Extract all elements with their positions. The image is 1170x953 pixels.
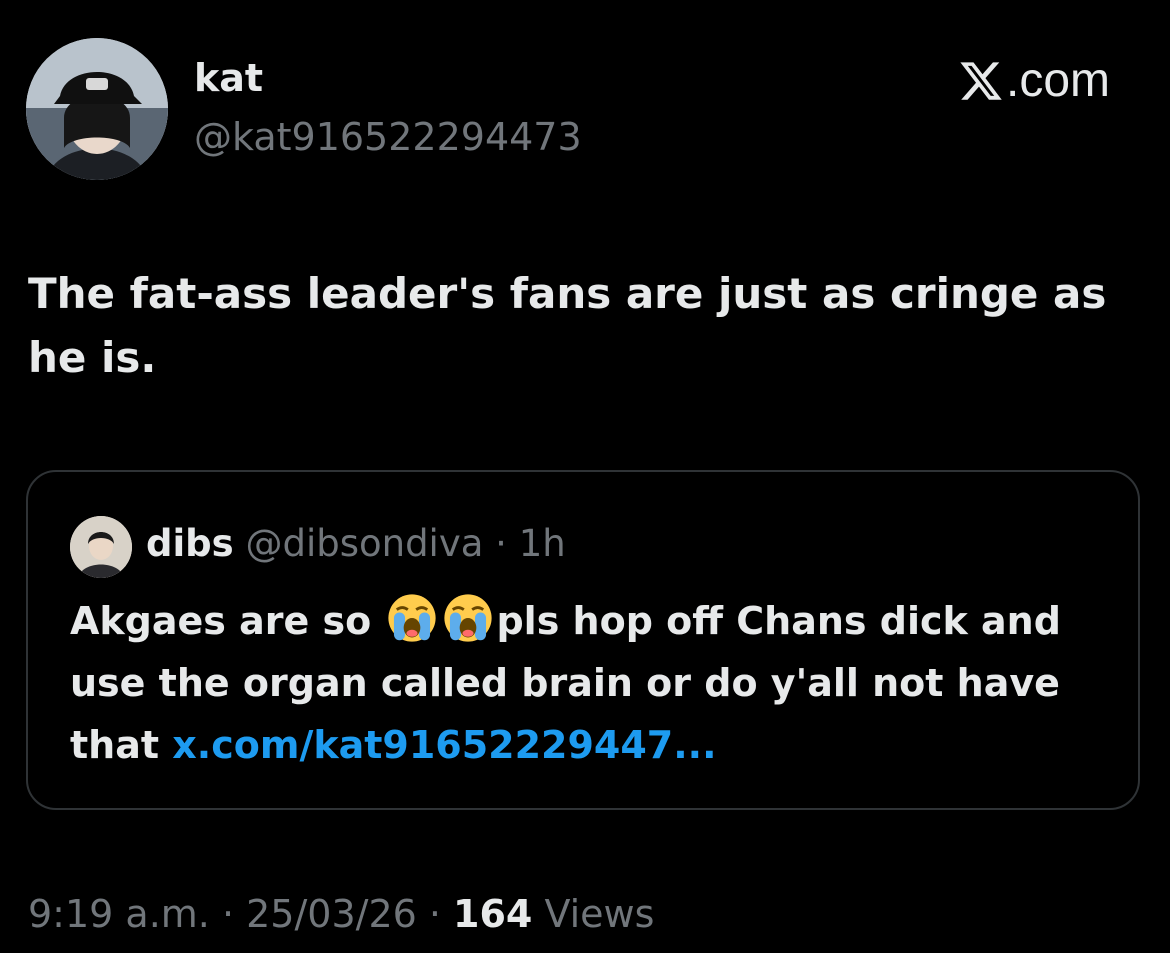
loudly-crying-face-icon	[388, 594, 437, 642]
brand-watermark[interactable]: .com	[958, 54, 1110, 108]
quoted-tweet-text: Akgaes are so pls hop off Chans dick and…	[70, 590, 1110, 776]
quoted-timestamp[interactable]: 1h	[519, 522, 566, 565]
meta-separator: ·	[209, 892, 247, 936]
views-label: Views	[532, 892, 655, 936]
brand-domain-text: .com	[1005, 54, 1110, 107]
quoted-tweet-header: dibs @dibsondiva · 1h	[146, 518, 566, 570]
tweet-text: The fat-ass leader's fans are just as cr…	[28, 269, 1107, 382]
tweet-meta: 9:19 a.m. · 25/03/26 · 164 Views	[28, 888, 654, 940]
views-count: 164	[453, 892, 533, 936]
author-display-name[interactable]: kat	[194, 56, 263, 100]
quoted-tweet[interactable]: dibs @dibsondiva · 1h Akgaes are so pls …	[26, 470, 1140, 810]
quoted-author-name[interactable]: dibs	[146, 522, 234, 565]
quoted-author-avatar[interactable]	[70, 516, 132, 578]
quoted-author-handle[interactable]: @dibsondiva	[245, 522, 483, 565]
tweet-time[interactable]: 9:19 a.m.	[28, 892, 210, 936]
quoted-tweet-link[interactable]: x.com/kat91652229447...	[172, 723, 716, 767]
tweet-card: kat @kat916522294473 .com The fat-ass le…	[0, 0, 1170, 953]
avatar-photo-icon	[70, 516, 132, 578]
tweet-date[interactable]: 25/03/26	[246, 892, 417, 936]
x-logo-icon	[960, 62, 1002, 100]
quoted-text-part-1: Akgaes are so	[70, 599, 385, 643]
avatar-photo-icon	[26, 38, 168, 180]
author-handle[interactable]: @kat916522294473	[194, 114, 582, 160]
meta-separator: ·	[416, 892, 454, 936]
author-avatar[interactable]	[26, 38, 168, 180]
quoted-separator: ·	[483, 522, 519, 565]
loudly-crying-face-icon	[444, 594, 493, 642]
